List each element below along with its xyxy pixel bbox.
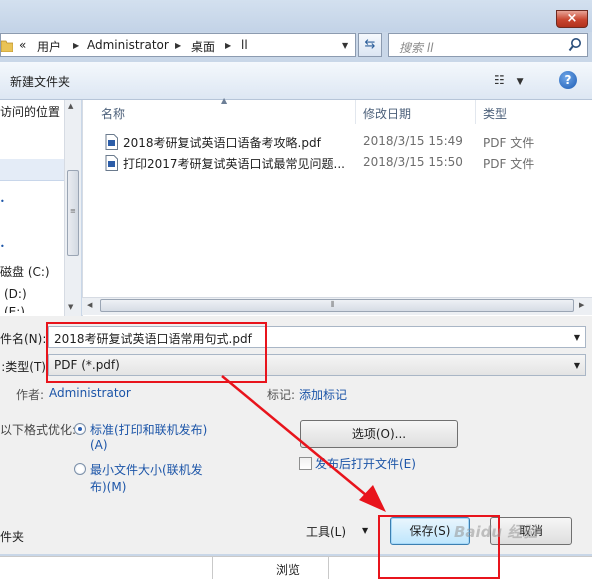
watermark: Baidu 经验 xyxy=(454,523,538,541)
annotation-arrow xyxy=(221,375,386,512)
